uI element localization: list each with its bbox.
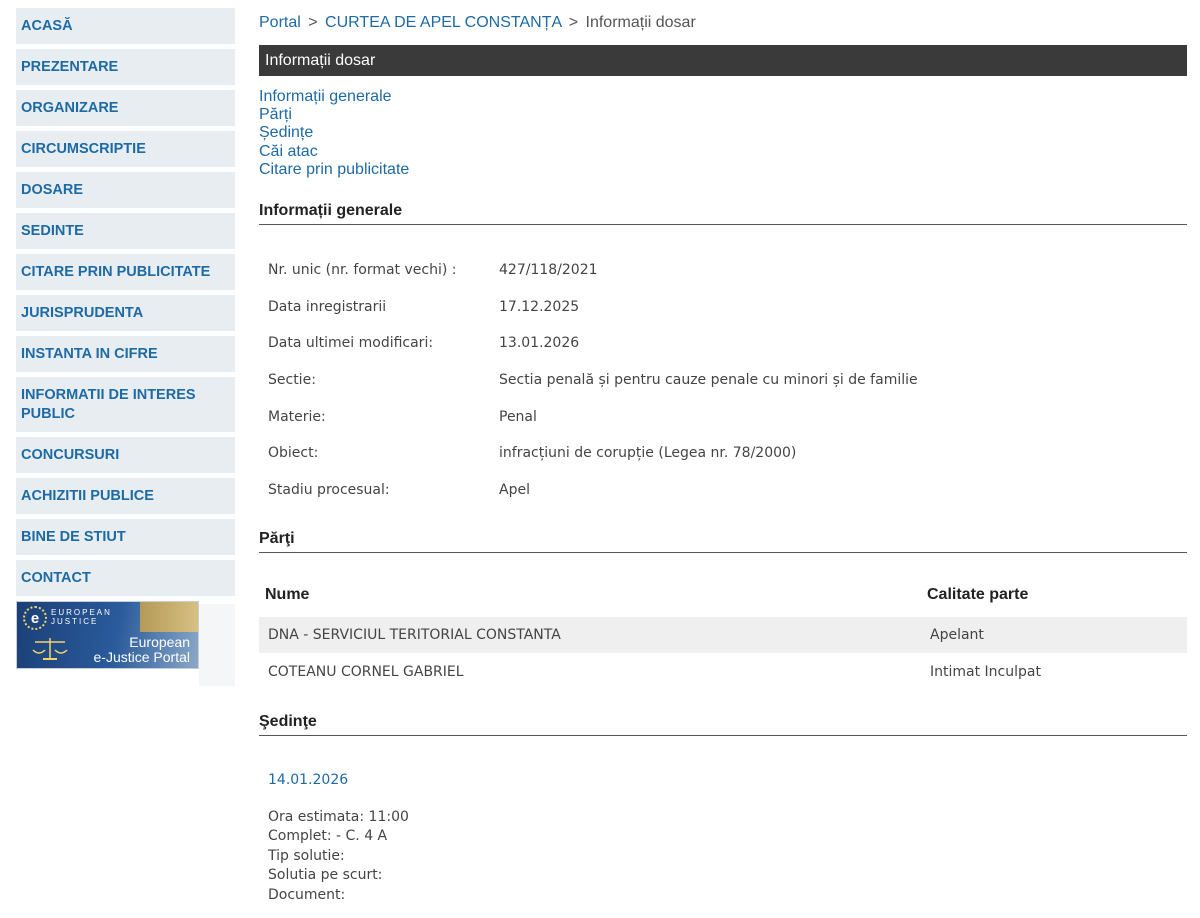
column-header-nume: Nume	[265, 586, 310, 603]
banner-side-panel	[199, 604, 235, 686]
sidebar-item-organizare[interactable]: ORGANIZARE	[16, 90, 235, 126]
column-header-calitate-parte: Calitate parte	[927, 586, 1029, 603]
hearing-details: Ora estimata: 11:00 Complet: - C. 4 A Ti…	[268, 808, 409, 905]
info-value: Apel	[499, 481, 530, 498]
general-info-table: Nr. unic (nr. format vechi) : 427/118/20…	[268, 252, 918, 508]
sidebar-item-achizitii-publice[interactable]: ACHIZITII PUBLICE	[16, 478, 235, 514]
banner-small-text: European Justice	[51, 608, 112, 626]
breadcrumb-separator: >	[568, 14, 579, 31]
table-row: COTEANU CORNEL GABRIEL Intimat Inculpat	[259, 654, 1187, 690]
hearing-detail-line: Tip solutie:	[268, 847, 345, 864]
info-label: Materie:	[268, 408, 326, 425]
sidebar-item-informatii-de-interes-public[interactable]: INFORMATII DE INTERES PUBLIC	[16, 377, 235, 432]
info-row: Data ultimei modificari: 13.01.2026	[268, 325, 918, 362]
info-value: 13.01.2026	[499, 335, 580, 352]
banner-small-line-2: Justice	[51, 617, 99, 626]
e-justice-logo-icon: e	[23, 606, 47, 630]
anchor-link-parti[interactable]: Părți	[259, 106, 409, 124]
info-value: 427/118/2021	[499, 262, 598, 279]
hearing-date: 14.01.2026	[268, 772, 349, 788]
hearing-detail-line: Ora estimata: 11:00	[268, 809, 409, 825]
e-justice-portal-banner[interactable]: e European Justice European e-Justice Po…	[16, 601, 199, 669]
info-row: Stadiu procesual: Apel	[268, 472, 918, 509]
info-value: Sectia penală și pentru cauze penale cu …	[499, 372, 918, 389]
hearing-detail-line: Document:	[268, 886, 346, 903]
parties-table-header: Nume Calitate parte	[265, 586, 1187, 604]
party-name: DNA - SERVICIUL TERITORIAL CONSTANTA	[268, 627, 561, 643]
info-row: Sectie: Sectia penală și pentru cauze pe…	[268, 362, 918, 399]
banner-title-line-2: e-Justice Portal	[93, 649, 190, 665]
info-label: Nr. unic (nr. format vechi) :	[268, 262, 457, 279]
sidebar-item-instanta-in-cifre[interactable]: INSTANTA IN CIFRE	[16, 336, 235, 372]
sidebar-item-bine-de-stiut[interactable]: BINE DE STIUT	[16, 519, 235, 555]
breadcrumb-court-link[interactable]: CURTEA DE APEL CONSTANȚA	[325, 14, 561, 31]
section-heading-parti: Părţi	[259, 530, 1187, 553]
hearing-detail-line: Complet: - C. 4 A	[268, 828, 388, 845]
info-row: Data inregistrarii 17.12.2025	[268, 289, 918, 326]
info-label: Data ultimei modificari:	[268, 335, 434, 352]
info-value: Penal	[499, 408, 537, 425]
sidebar-item-citare-prin-publicitate[interactable]: CITARE PRIN PUBLICITATE	[16, 254, 235, 290]
banner-gold-band	[140, 602, 198, 632]
info-value: 17.12.2025	[499, 298, 580, 315]
breadcrumb: Portal > CURTEA DE APEL CONSTANȚA > Info…	[259, 14, 696, 32]
sidebar-nav: ACASĂ PREZENTARE ORGANIZARE CIRCUMSCRIPT…	[16, 8, 235, 669]
info-row: Nr. unic (nr. format vechi) : 427/118/20…	[268, 252, 918, 289]
sidebar-item-contact[interactable]: CONTACT	[16, 560, 235, 596]
banner-title-line-1: European	[129, 634, 190, 650]
section-heading-general: Informații generale	[259, 202, 1187, 225]
breadcrumb-portal-link[interactable]: Portal	[259, 14, 301, 31]
banner-small-line-1: European	[51, 608, 112, 617]
sidebar-item-dosare[interactable]: DOSARE	[16, 172, 235, 208]
anchor-link-citare-prin-publicitate[interactable]: Citare prin publicitate	[259, 161, 409, 179]
sidebar-item-jurisprudenta[interactable]: JURISPRUDENTA	[16, 295, 235, 331]
breadcrumb-current: Informații dosar	[585, 14, 696, 31]
section-anchor-links: Informații generale Părți Ședințe Căi at…	[259, 88, 409, 179]
sidebar-item-acasa[interactable]: ACASĂ	[16, 8, 235, 44]
info-row: Materie: Penal	[268, 398, 918, 435]
sidebar-item-concursuri[interactable]: CONCURSURI	[16, 437, 235, 473]
party-role: Apelant	[930, 627, 984, 643]
anchor-link-informatii-generale[interactable]: Informații generale	[259, 88, 409, 106]
breadcrumb-separator: >	[308, 14, 318, 31]
sidebar-item-sedinte[interactable]: SEDINTE	[16, 213, 235, 249]
anchor-link-cai-atac[interactable]: Căi atac	[259, 143, 409, 161]
party-name: COTEANU CORNEL GABRIEL	[268, 664, 464, 680]
banner-title: European e-Justice Portal	[94, 635, 190, 665]
table-row: DNA - SERVICIUL TERITORIAL CONSTANTA Ape…	[259, 617, 1187, 653]
hearing-detail-line: Solutia pe scurt:	[268, 867, 383, 884]
info-label: Stadiu procesual:	[268, 481, 390, 498]
sidebar-item-circumscriptie[interactable]: CIRCUMSCRIPTIE	[16, 131, 235, 167]
info-value: infracțiuni de corupție (Legea nr. 78/20…	[499, 445, 797, 462]
info-label: Sectie:	[268, 372, 316, 389]
party-role: Intimat Inculpat	[930, 664, 1041, 680]
anchor-link-sedinte[interactable]: Ședințe	[259, 124, 409, 142]
section-heading-sedinte: Şedinţe	[259, 713, 1187, 736]
info-label: Data inregistrarii	[268, 298, 387, 315]
info-label: Obiect:	[268, 445, 319, 462]
scales-of-justice-icon	[32, 638, 68, 660]
page-title-bar: Informații dosar	[259, 45, 1187, 76]
info-row: Obiect: infracțiuni de corupție (Legea n…	[268, 435, 918, 472]
sidebar-item-prezentare[interactable]: PREZENTARE	[16, 49, 235, 85]
